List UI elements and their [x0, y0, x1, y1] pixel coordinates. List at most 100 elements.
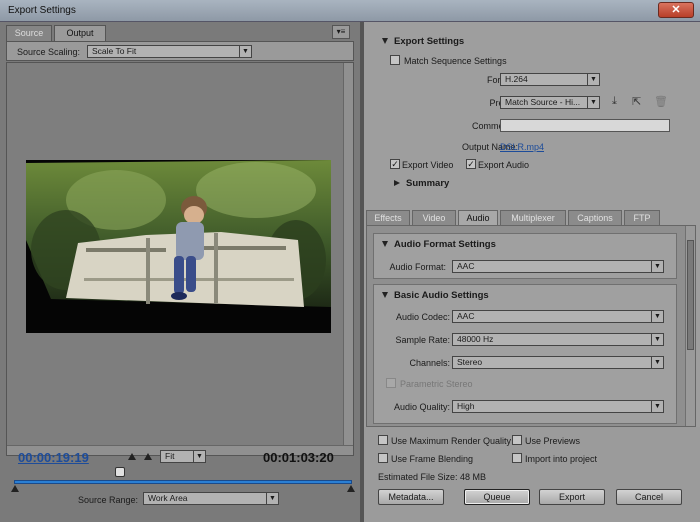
playhead-handle[interactable]: [115, 467, 125, 477]
tab-ftp[interactable]: FTP: [624, 210, 660, 225]
set-in-point-icon[interactable]: [128, 453, 136, 460]
source-range-dropdown[interactable]: Work Area ▼: [143, 492, 279, 505]
collapse-triangle-icon: [394, 180, 400, 187]
close-button[interactable]: ✕: [658, 2, 694, 18]
metadata-button[interactable]: Metadata...: [378, 489, 444, 505]
chevron-down-icon: ▼: [587, 74, 599, 85]
audio-codec-label: Audio Codec:: [395, 312, 450, 322]
audio-format-section: Audio Format Settings Audio Format: AAC …: [373, 233, 677, 279]
source-scaling-value: Scale To Fit: [92, 46, 137, 56]
queue-button[interactable]: Queue: [464, 489, 530, 505]
format-dropdown[interactable]: H.264 ▼: [500, 73, 600, 86]
preview-vertical-scrollbar[interactable]: [343, 63, 353, 455]
chevron-down-icon: ▼: [193, 451, 205, 462]
current-time[interactable]: 00:00:19:19: [18, 450, 89, 465]
parametric-stereo-label: Parametric Stereo: [400, 379, 473, 389]
basic-audio-header[interactable]: Basic Audio Settings: [382, 290, 489, 301]
tab-video[interactable]: Video: [412, 210, 456, 225]
export-settings-title: Export Settings: [394, 36, 465, 47]
channels-value: Stereo: [457, 357, 483, 367]
chevron-down-icon: ▼: [651, 357, 663, 368]
source-scaling-label: Source Scaling:: [17, 47, 81, 57]
export-button[interactable]: Export: [539, 489, 605, 505]
frame-blending-checkbox[interactable]: [378, 453, 388, 463]
sample-rate-value: 48000 Hz: [457, 334, 494, 344]
channels-dropdown[interactable]: Stereo ▼: [452, 356, 664, 369]
source-range-value: Work Area: [148, 493, 188, 503]
expand-triangle-icon: [382, 241, 388, 248]
audio-settings-area: Audio Format Settings Audio Format: AAC …: [366, 225, 696, 427]
use-previews-label: Use Previews: [525, 436, 581, 446]
tab-source[interactable]: Source: [6, 25, 52, 41]
import-project-checkbox[interactable]: [512, 453, 522, 463]
max-render-checkbox[interactable]: [378, 435, 388, 445]
chevron-down-icon: ▼: [651, 334, 663, 345]
chevron-down-icon: ▼: [651, 401, 663, 412]
sample-rate-label: Sample Rate:: [395, 335, 450, 345]
in-point-marker-icon[interactable]: [11, 485, 19, 492]
export-options: Use Maximum Render Quality Use Previews …: [364, 427, 700, 522]
chevron-down-icon: ▼: [587, 97, 599, 108]
audio-codec-dropdown[interactable]: AAC ▼: [452, 310, 664, 323]
preview-tabs: Source Output ▾≡: [6, 25, 354, 41]
output-preview: [6, 62, 354, 456]
export-audio-checkbox[interactable]: ✓: [466, 159, 476, 169]
audio-quality-dropdown[interactable]: High ▼: [452, 400, 664, 413]
audio-format-value: AAC: [457, 261, 475, 271]
comments-field[interactable]: [500, 119, 670, 132]
preset-dropdown[interactable]: Match Source - Hi... ▼: [500, 96, 600, 109]
chevron-down-icon: ▼: [651, 261, 663, 272]
settings-panel: Export Settings Match Sequence Settings …: [364, 22, 700, 522]
save-preset-icon[interactable]: ⤓: [612, 95, 617, 108]
preset-value: Match Source - Hi...: [505, 97, 581, 107]
import-preset-icon[interactable]: ⇱: [632, 95, 641, 108]
channels-label: Channels:: [409, 358, 450, 368]
settings-scrollbar[interactable]: [685, 226, 695, 426]
audio-format-title: Audio Format Settings: [394, 239, 496, 250]
tab-effects[interactable]: Effects: [366, 210, 410, 225]
video-frame-image: [26, 160, 331, 333]
source-scaling-bar: Source Scaling: Scale To Fit ▼: [6, 41, 354, 61]
cancel-button[interactable]: Cancel: [616, 489, 682, 505]
settings-scrollbar-thumb[interactable]: [687, 240, 694, 350]
delete-preset-icon[interactable]: 🗑: [654, 95, 668, 108]
summary-header[interactable]: Summary: [394, 178, 449, 189]
export-video-checkbox[interactable]: ✓: [390, 159, 400, 169]
expand-triangle-icon: [382, 292, 388, 299]
export-settings-header[interactable]: Export Settings: [382, 36, 464, 47]
audio-codec-value: AAC: [457, 311, 475, 321]
output-name-link[interactable]: DSLR.mp4: [500, 142, 544, 152]
chevron-down-icon: ▼: [266, 493, 278, 504]
zoom-value: Fit: [165, 451, 175, 461]
tab-multiplexer[interactable]: Multiplexer: [500, 210, 566, 225]
zoom-dropdown[interactable]: Fit ▼: [160, 450, 206, 463]
window-title: Export Settings: [8, 5, 76, 16]
title-bar: Export Settings ✕: [0, 0, 700, 22]
source-scaling-dropdown[interactable]: Scale To Fit ▼: [87, 45, 252, 58]
audio-quality-label: Audio Quality:: [393, 402, 450, 412]
audio-format-dropdown[interactable]: AAC ▼: [452, 260, 664, 273]
audio-format-label: Audio Format:: [389, 262, 446, 272]
audio-format-header[interactable]: Audio Format Settings: [382, 239, 496, 250]
tab-captions[interactable]: Captions: [568, 210, 622, 225]
sample-rate-dropdown[interactable]: 48000 Hz ▼: [452, 333, 664, 346]
source-range-label: Source Range:: [78, 495, 139, 505]
settings-tabs: Effects Video Audio Multiplexer Captions…: [366, 210, 696, 225]
panel-menu-button[interactable]: ▾≡: [332, 25, 350, 39]
export-video-label: Export Video: [402, 160, 454, 170]
tab-output[interactable]: Output: [54, 25, 106, 41]
format-value: H.264: [505, 74, 528, 84]
use-previews-checkbox[interactable]: [512, 435, 522, 445]
match-sequence-checkbox[interactable]: [390, 55, 400, 65]
tab-audio[interactable]: Audio: [458, 210, 498, 225]
parametric-stereo-checkbox[interactable]: [386, 378, 396, 388]
max-render-label: Use Maximum Render Quality: [391, 436, 512, 446]
video-frame: [26, 160, 331, 333]
frame-blending-label: Use Frame Blending: [391, 454, 474, 464]
audio-quality-value: High: [457, 401, 475, 411]
timeline-track[interactable]: [14, 480, 352, 484]
out-point-marker-icon[interactable]: [347, 485, 355, 492]
summary-title: Summary: [406, 178, 450, 189]
set-out-point-icon[interactable]: [144, 453, 152, 460]
match-sequence-label: Match Sequence Settings: [404, 56, 507, 66]
